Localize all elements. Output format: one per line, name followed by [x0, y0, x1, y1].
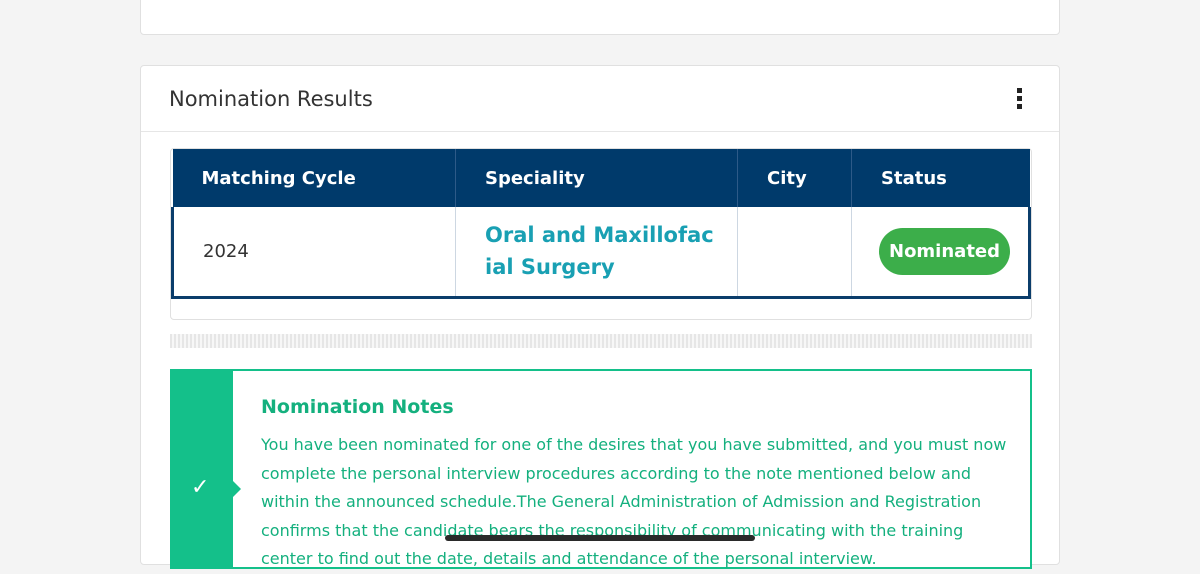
more-options-icon[interactable]	[1007, 87, 1031, 111]
results-table: Matching Cycle Speciality City Status 20…	[171, 149, 1031, 299]
header-matching-cycle: Matching Cycle	[172, 149, 456, 207]
header-city: City	[737, 149, 852, 207]
table-row: 2024 Oral and Maxillofacial Surgery Nomi…	[171, 207, 1031, 299]
card-title: Nomination Results	[169, 86, 373, 111]
header-status: Status	[881, 167, 947, 189]
header-speciality: Speciality	[455, 149, 738, 207]
cell-city	[737, 207, 852, 299]
card-header: Nomination Results	[141, 66, 1059, 132]
notes-side-bar: ✓	[172, 371, 241, 567]
home-indicator[interactable]	[445, 535, 755, 541]
status-badge: Nominated	[879, 227, 1011, 275]
nomination-results-card: Nomination Results Matching Cycle Specia…	[140, 65, 1060, 569]
table-header-row: Matching Cycle Speciality City Status	[172, 149, 1030, 207]
notes-title: Nomination Notes	[261, 396, 454, 418]
cell-speciality: Oral and Maxillofacial Surgery	[455, 207, 738, 299]
cell-status: Nominated	[851, 207, 1031, 299]
results-table-container: Matching Cycle Speciality City Status 20…	[170, 148, 1032, 320]
speciality-text: Oral and Maxillofacial Surgery	[485, 223, 714, 280]
cell-cycle: 2024	[171, 207, 456, 299]
check-icon: ✓	[191, 475, 210, 500]
previous-card	[140, 0, 1060, 35]
notes-body: You have been nominated for one of the d…	[261, 435, 1007, 568]
section-divider	[170, 334, 1032, 348]
